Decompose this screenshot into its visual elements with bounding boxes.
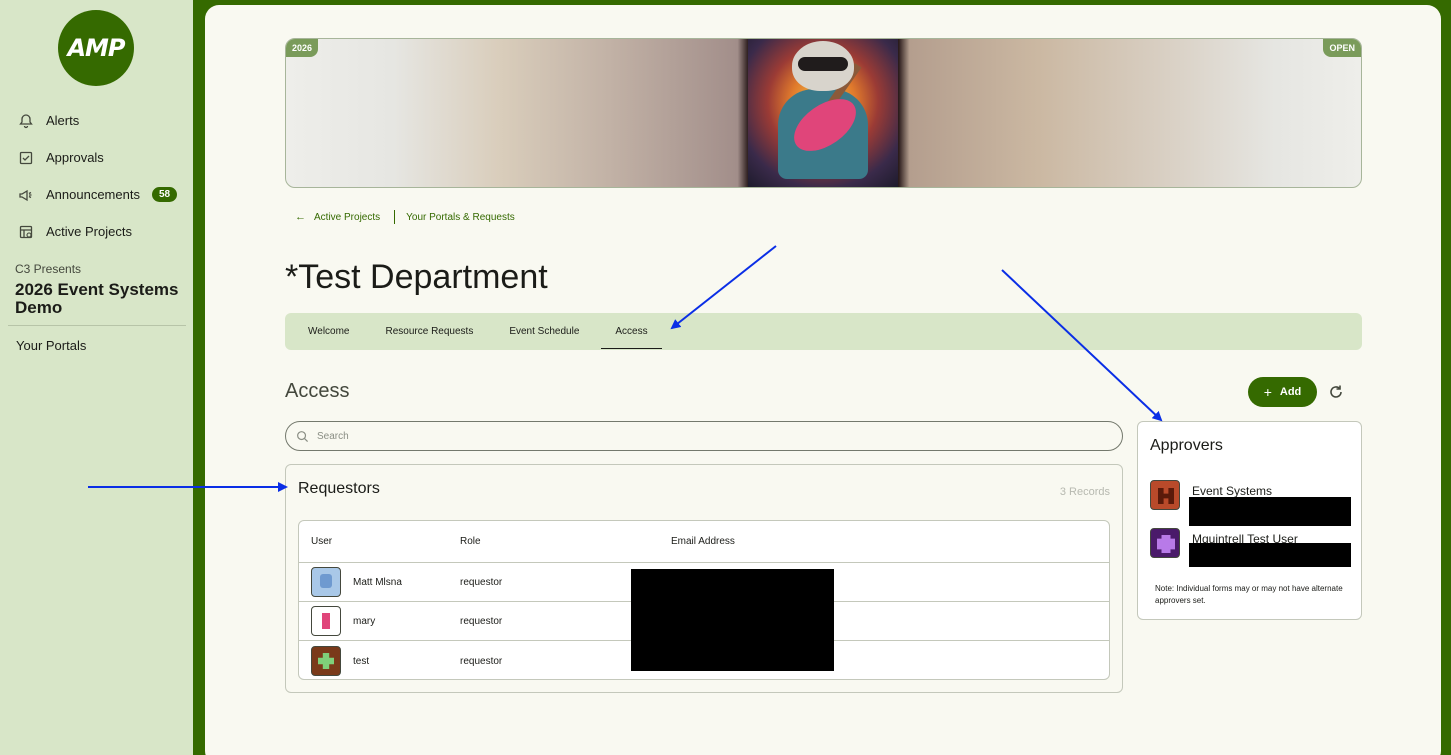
table-header-row: User Role Email Address <box>299 521 1109 563</box>
user-role: requestor <box>460 576 503 588</box>
project-list-icon <box>19 225 33 238</box>
avatar <box>1150 528 1180 558</box>
sidebar-nav: Alerts Approvals Announcements 58 Active… <box>0 102 193 250</box>
add-button[interactable]: + Add <box>1248 377 1317 407</box>
sidebar-item-label: Approvals <box>46 150 104 165</box>
approver-name: Event Systems <box>1192 484 1273 498</box>
sidebar-item-your-portals[interactable]: Your Portals <box>16 338 86 353</box>
sidebar-item-label: Alerts <box>46 113 80 128</box>
event-title: 2026 Event Systems Demo <box>15 280 179 317</box>
announcements-count-badge: 58 <box>151 187 178 202</box>
column-header-user[interactable]: User <box>311 521 332 562</box>
column-header-email[interactable]: Email Address <box>671 521 735 562</box>
avatar <box>311 646 341 676</box>
redacted-email-block <box>1189 543 1351 567</box>
megaphone-icon <box>19 189 32 201</box>
tab-event-schedule[interactable]: Event Schedule <box>491 313 597 350</box>
breadcrumb-separator <box>394 210 396 224</box>
requestors-title: Requestors <box>298 480 380 497</box>
user-role: requestor <box>460 615 503 627</box>
breadcrumb-active-projects[interactable]: Active Projects <box>314 212 380 223</box>
record-count: 3 Records <box>1059 486 1110 498</box>
search-input[interactable] <box>317 430 1097 442</box>
tab-bar: Welcome Resource Requests Event Schedule… <box>285 313 1362 350</box>
presenter-label: C3 Presents <box>15 262 82 276</box>
user-role: requestor <box>460 655 503 667</box>
redacted-email-block <box>1189 497 1351 526</box>
tab-welcome[interactable]: Welcome <box>290 313 368 350</box>
user-name: mary <box>353 615 376 627</box>
add-button-label: Add <box>1279 386 1302 398</box>
avatar <box>311 567 341 597</box>
column-header-role[interactable]: Role <box>460 521 481 562</box>
arrow-left-icon: ← <box>295 211 306 223</box>
event-artwork <box>748 39 898 187</box>
plus-icon: + <box>1263 384 1272 400</box>
approvers-card: Approvers Event Systems Mquintrell Test … <box>1137 421 1362 620</box>
sidebar-item-approvals[interactable]: Approvals <box>0 139 193 176</box>
main-panel: 2026 OPEN ← Active Projects Your Portals… <box>205 5 1441 755</box>
page-title: *Test Department <box>285 258 548 296</box>
tab-access[interactable]: Access <box>597 313 665 350</box>
avatar <box>311 606 341 636</box>
checkbox-icon <box>19 151 33 164</box>
event-banner: 2026 OPEN <box>285 38 1362 188</box>
section-title: Access <box>285 380 350 402</box>
tab-resource-requests[interactable]: Resource Requests <box>368 313 492 350</box>
amp-logo[interactable]: AMP <box>58 10 134 86</box>
redacted-email-block <box>631 569 834 671</box>
refresh-icon[interactable] <box>1327 383 1345 401</box>
sidebar-item-label: Active Projects <box>46 224 132 239</box>
sidebar-item-announcements[interactable]: Announcements 58 <box>0 176 193 213</box>
logo-text: AMP <box>67 34 125 62</box>
status-badge: OPEN <box>1323 39 1361 57</box>
user-name: test <box>353 655 370 667</box>
sidebar: AMP Alerts Approvals Announcements 58 Ac… <box>0 0 193 755</box>
breadcrumb-your-portals[interactable]: Your Portals & Requests <box>406 212 515 223</box>
sidebar-item-active-projects[interactable]: Active Projects <box>0 213 193 250</box>
breadcrumb: ← Active Projects Your Portals & Request… <box>295 210 515 224</box>
avatar <box>1150 480 1180 510</box>
approvers-title: Approvers <box>1150 437 1223 454</box>
search-icon <box>297 430 309 442</box>
sidebar-item-label: Announcements <box>46 187 140 202</box>
year-tag: 2026 <box>286 39 319 57</box>
sidebar-divider <box>8 325 186 326</box>
search-bar <box>285 421 1123 451</box>
user-name: Matt Mlsna <box>353 576 402 588</box>
sidebar-item-alerts[interactable]: Alerts <box>0 102 193 139</box>
bell-icon <box>19 113 33 128</box>
requestors-card: Requestors 3 Records User Role Email Add… <box>285 464 1123 693</box>
approvers-note: Note: Individual forms may or may not ha… <box>1155 584 1343 605</box>
